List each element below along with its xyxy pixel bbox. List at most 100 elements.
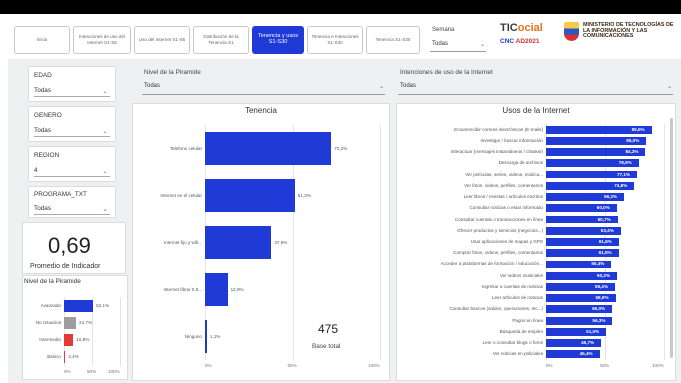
tab-tenencia[interactable]: Tenencia S1-S30 xyxy=(366,26,420,54)
category-label: Consultar noticias o estar informado xyxy=(469,205,543,211)
bar xyxy=(205,131,332,166)
category-label: Consultar bancos (saldos, operaciones, e… xyxy=(449,306,543,312)
brand-sub-b: AD2021 xyxy=(515,38,540,45)
semana-value: Todas xyxy=(432,41,449,47)
data-label: 46,7% xyxy=(581,340,595,346)
chevron-down-icon: ⌄ xyxy=(102,88,108,95)
ministry-name: MINISTERIO DE TECNOLOGÍAS DE LA INFORMAC… xyxy=(583,22,674,40)
data-label: 51,0% xyxy=(586,328,600,334)
filter-edad-dropdown[interactable]: Todas ⌄ xyxy=(34,87,110,97)
data-label: 89,5% xyxy=(631,126,645,132)
chevron-down-icon: ⌄ xyxy=(378,84,384,90)
data-label: 66,2% xyxy=(604,194,618,200)
filter-programa-dropdown[interactable]: Todas ⌄ xyxy=(34,205,110,215)
category-label: Ninguno xyxy=(184,333,202,339)
data-label: 58,4% xyxy=(594,283,608,289)
filter-intenciones-dropdown[interactable]: Todas ⌄ xyxy=(398,83,673,95)
filter-intenciones-value: Todas xyxy=(400,83,417,89)
kpi-label: Promedio de Indicador xyxy=(30,263,101,270)
category-label: Ver películas, series, videos, música... xyxy=(465,171,543,177)
brand-title-accent: ocial xyxy=(517,22,543,34)
usos-scrollbar[interactable] xyxy=(670,118,673,358)
total-value: 475 xyxy=(318,322,339,336)
category-label: Internet fijo y wifi... xyxy=(163,239,202,245)
category-label: Telefono celular xyxy=(169,145,202,151)
data-label: 78,6% xyxy=(618,160,632,166)
x-tick-label: 0% xyxy=(546,363,553,368)
total-label: Base total xyxy=(312,343,341,350)
tab-tenencia-usos[interactable]: Tenencia y usos S1-S30 xyxy=(252,26,304,54)
tab-inicio[interactable]: Inicio xyxy=(14,26,70,54)
chevron-down-icon: ⌄ xyxy=(666,84,672,90)
category-label: Acceder a plataformas de formación / edu… xyxy=(440,261,543,267)
tab-intenciones-uso[interactable]: Intenciones de uso del Internet S1-S5 xyxy=(73,26,131,54)
data-label: 72,2% xyxy=(334,145,348,151)
category-label: Intermedio xyxy=(39,337,61,343)
brand-title-main: TIC xyxy=(500,22,518,34)
bar xyxy=(205,225,272,260)
data-label: 85,0% xyxy=(626,137,640,143)
category-label: Leer o consultar blogs o foros xyxy=(482,340,543,346)
tab-distribucion-tenencia[interactable]: Distribución de la Tenencia S1 xyxy=(193,26,249,54)
x-tick-label: 100% xyxy=(652,363,664,368)
tab-tenencia-intenciones[interactable]: Tenencia e Intenciones S1-S30 xyxy=(307,26,363,54)
filter-genero-dropdown[interactable]: Todas ⌄ xyxy=(34,127,110,137)
category-label: Descarga de archivos xyxy=(498,160,543,166)
filter-piramide-dropdown[interactable]: Todas ⌄ xyxy=(142,83,385,95)
category-label: Internet fibra/ 0,5... xyxy=(163,286,202,292)
x-tick-label: 0% xyxy=(205,363,212,368)
ticsocial-logo: TICocial xyxy=(500,22,543,34)
chevron-down-icon: ⌄ xyxy=(102,168,108,175)
filter-region-dropdown[interactable]: 4 ⌄ xyxy=(34,167,110,177)
x-tick-label: 50% xyxy=(600,363,610,368)
bar xyxy=(205,178,295,213)
category-label: Avanzado xyxy=(40,302,61,308)
cnc-logo: CNC AD2021 xyxy=(500,38,540,45)
data-label: 12,9% xyxy=(230,286,244,292)
data-label: 60,0% xyxy=(596,205,610,211)
filter-piramide-value: Todas xyxy=(144,83,161,89)
tab-uso-internet[interactable]: Uso del Internet S1-S5 xyxy=(134,26,190,54)
data-label: 77,1% xyxy=(616,171,630,177)
data-label: 61,6% xyxy=(598,239,612,244)
category-label: Pagos en línea xyxy=(512,317,543,323)
category-label: No Usuarios xyxy=(35,319,61,325)
data-label: 37,9% xyxy=(274,239,288,245)
bar xyxy=(64,351,66,364)
data-label: 21,7% xyxy=(79,319,93,325)
usos-chart-title: Usos de la Internet xyxy=(502,106,570,115)
category-label: Búsqueda de empleo xyxy=(499,328,543,334)
kpi-value: 0,69 xyxy=(48,233,91,258)
semana-dropdown[interactable]: Todas ⌄ xyxy=(430,41,486,52)
category-label: Ver noticias en policiales xyxy=(492,351,543,357)
chevron-down-icon: ⌄ xyxy=(479,42,485,48)
category-label: Enviar/recibir correos electrónicos (E-m… xyxy=(454,126,543,132)
bar xyxy=(64,299,94,312)
data-label: 84,3% xyxy=(625,149,639,155)
filter-genero-label: GENERO xyxy=(34,112,62,119)
data-label: 56,0% xyxy=(592,306,606,312)
gridline xyxy=(120,297,121,366)
filter-edad-value: Todas xyxy=(34,87,52,94)
category-label: Usar aplicaciones de mapas y GPS xyxy=(470,239,543,244)
chevron-down-icon: ⌄ xyxy=(102,206,108,213)
semana-label: Semana xyxy=(432,27,455,33)
data-label: 16,8% xyxy=(76,337,90,343)
category-label: Interactuar (mensajes instantáneos / cha… xyxy=(450,149,543,155)
piramide-chart-title: Nivel de la Piramide xyxy=(24,278,81,285)
category-label: Internet en el celular xyxy=(160,192,202,198)
category-label: Básico xyxy=(47,354,61,360)
data-label: 52,1% xyxy=(96,302,110,308)
x-tick-label: 50% xyxy=(287,363,297,368)
category-label: Ver fotos, videos, perfiles, comentarios xyxy=(464,182,543,188)
app-window: Inicio Intenciones de uso del Internet S… xyxy=(0,0,681,383)
filter-intenciones-label: Intenciones de uso de la Internet xyxy=(400,69,493,76)
data-label: 61,5% xyxy=(598,250,612,256)
gridline xyxy=(380,125,381,360)
bar xyxy=(64,334,74,347)
tenencia-chart-title: Tenencia xyxy=(244,106,278,115)
category-label: Ofrecer productos y servicios (negocios.… xyxy=(456,227,543,233)
top-black-bar xyxy=(0,0,681,14)
filter-programa-label: PROGRAMA_TXT xyxy=(34,191,87,198)
x-tick-label: 0% xyxy=(64,369,71,374)
